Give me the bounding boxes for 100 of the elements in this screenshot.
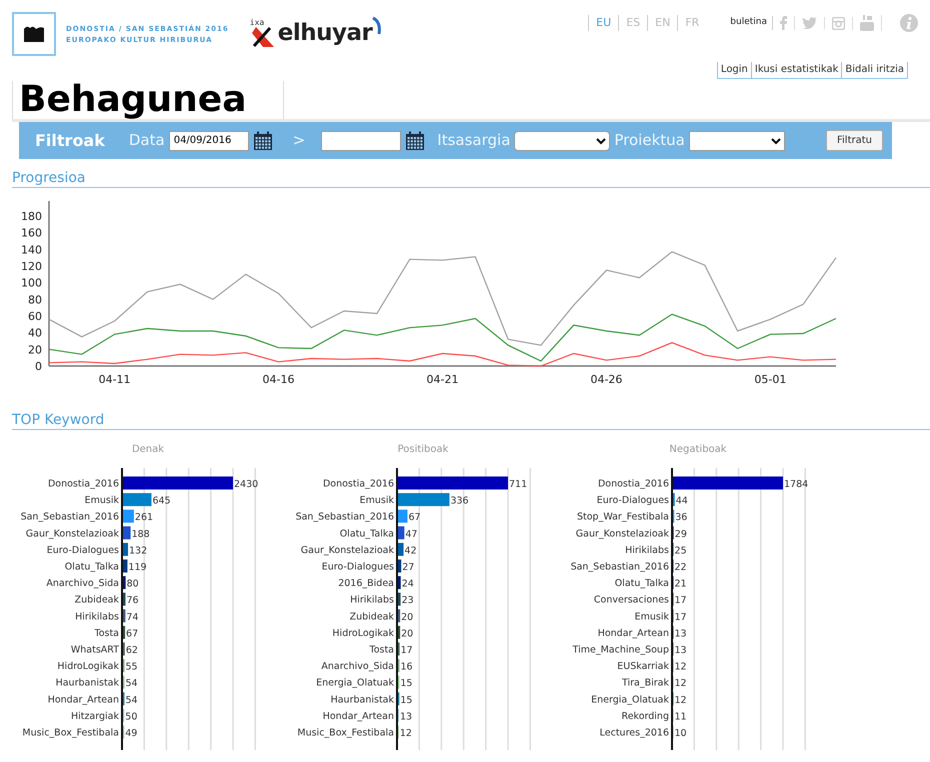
section-title: TOP Keyword xyxy=(12,411,930,430)
value-label: 336 xyxy=(450,496,469,507)
chart-title: Positiboak xyxy=(398,444,448,455)
bar-label: Hondar_Artean xyxy=(322,710,394,722)
bar-label: Time_Machine_Soup xyxy=(572,644,669,656)
bar-label: Hitzargiak xyxy=(70,710,119,722)
tick-label: 04-26 xyxy=(590,373,622,386)
bar-label: Donostia_2016 xyxy=(598,478,669,490)
bar-label: Olatu_Talka xyxy=(64,562,119,572)
bar-label: Rekording xyxy=(622,710,669,722)
value-label: 17 xyxy=(674,612,687,623)
value-label: 1784 xyxy=(784,479,808,490)
bar-label: HidroLogikak xyxy=(57,661,119,672)
value-label: 12 xyxy=(674,694,687,706)
value-label: 16 xyxy=(400,662,413,673)
partner-logo-text: ixa xyxy=(250,19,264,27)
value-label: 2430 xyxy=(234,479,258,490)
bar-label: San_Sebastian_2016 xyxy=(296,512,394,523)
bar-label: Emusik xyxy=(360,495,394,506)
value-label: 20 xyxy=(401,612,414,623)
bar-label: Donostia_2016 xyxy=(48,478,119,490)
bar-label: Tira_Birak xyxy=(622,678,669,689)
bar-label: WhatsART xyxy=(70,644,119,656)
value-label: 54 xyxy=(125,694,138,706)
bar-label: Tosta xyxy=(370,644,394,656)
value-label: 188 xyxy=(132,528,150,540)
section-title: Progresioa xyxy=(12,169,930,188)
tick-label: 100 xyxy=(21,276,42,290)
bar-label: Hirikilabs xyxy=(625,544,669,556)
bar-label: Energia_Olatuak xyxy=(591,694,669,706)
tick-label: 180 xyxy=(21,210,42,223)
value-label: 27 xyxy=(402,562,414,573)
bar-label: Tosta xyxy=(94,628,119,639)
value-label: 13 xyxy=(674,645,687,656)
value-label: 261 xyxy=(134,512,154,524)
bar-label: Olatu_Talka xyxy=(340,528,394,540)
chart-title: Denak xyxy=(132,444,164,455)
bar-label: San_Sebastian_2016 xyxy=(570,562,669,572)
value-label: 20 xyxy=(401,628,414,640)
tick-label: 04-21 xyxy=(426,373,458,386)
bar-label: Donostia_2016 xyxy=(322,478,394,490)
bar-label: Anarchivo_Sida xyxy=(321,661,394,672)
bar-label: Gaur_Konstelazioak xyxy=(576,528,669,540)
bar-label: Hondar_Artean xyxy=(48,694,119,706)
value-label: 24 xyxy=(402,578,414,590)
value-label: 50 xyxy=(125,711,138,722)
value-label: 44 xyxy=(676,496,688,507)
chart-title: Negatiboak xyxy=(669,444,727,455)
tick-label: 04-16 xyxy=(262,373,295,386)
bar-label: Hondar_Artean xyxy=(598,628,669,639)
value-label: 10 xyxy=(674,728,687,739)
tick-label: 140 xyxy=(21,243,42,256)
value-label: 12 xyxy=(400,728,412,739)
value-label: 67 xyxy=(408,512,421,524)
tick-label: 0 xyxy=(35,360,42,373)
tick-label: 04-11 xyxy=(98,373,131,386)
bar-label: Hirikilabs xyxy=(75,611,119,622)
bar-label: Euro-Dialogues xyxy=(46,544,119,556)
separator-text: > xyxy=(292,130,306,152)
value-label: 49 xyxy=(125,728,138,739)
bar-label: Zubideak xyxy=(74,594,119,606)
value-label: 42 xyxy=(404,545,417,556)
bar-label: Conversaciones xyxy=(594,594,669,606)
value-label: 12 xyxy=(674,662,687,673)
field-label: Itsasargia xyxy=(437,130,510,152)
bar-label: Energia_Olatuak xyxy=(316,678,394,689)
value-label: 74 xyxy=(126,612,138,623)
bar-label: EUSkarriak xyxy=(617,661,669,672)
tick-label: 20 xyxy=(28,343,42,356)
filter-title: Filtroak xyxy=(35,130,105,152)
value-label: 17 xyxy=(400,645,413,656)
value-label: 119 xyxy=(128,562,147,573)
value-label: 62 xyxy=(126,645,138,656)
bar-label: 2016_Bidea xyxy=(338,578,394,590)
value-label: 25 xyxy=(674,545,687,556)
tick-label: 80 xyxy=(28,293,42,306)
bar-label: Emusik xyxy=(634,611,669,622)
tick-label: 05-01 xyxy=(754,373,786,386)
bar-label: Music_Box_Festibala xyxy=(22,728,119,738)
value-label: 22 xyxy=(674,562,687,573)
bar-label: Emusik xyxy=(84,495,119,506)
value-label: 23 xyxy=(402,595,414,606)
bar-label: Music_Box_Festibala xyxy=(297,728,394,738)
bar-label: Euro-Dialogues xyxy=(596,495,669,506)
value-label: 76 xyxy=(126,595,139,606)
value-label: 711 xyxy=(509,479,528,490)
value-label: 13 xyxy=(674,628,687,640)
bar-label: Zubideak xyxy=(350,611,394,622)
tick-label: 60 xyxy=(28,310,42,323)
value-label: 36 xyxy=(675,512,688,524)
field-label: Proiektua xyxy=(614,130,685,152)
value-label: 15 xyxy=(400,678,412,690)
value-label: 13 xyxy=(400,711,412,722)
value-label: 67 xyxy=(126,628,138,640)
value-label: 80 xyxy=(126,578,139,590)
value-label: 11 xyxy=(674,711,687,722)
bar-label: Olatu_Talka xyxy=(614,578,669,590)
value-label: 29 xyxy=(674,528,687,540)
tick-label: 160 xyxy=(21,226,42,240)
value-label: 17 xyxy=(674,595,687,606)
